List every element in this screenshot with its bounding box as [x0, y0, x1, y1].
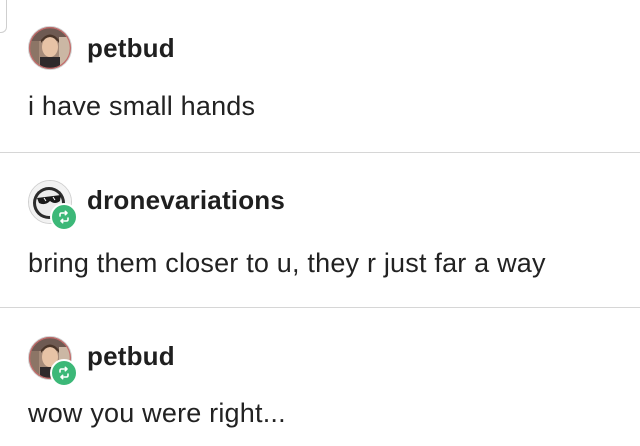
reblog-icon — [50, 359, 78, 387]
post-body-text: i have small hands — [28, 91, 256, 121]
avatar[interactable] — [28, 336, 78, 387]
reblog-icon — [50, 203, 78, 231]
post-dronevariations: dronevariations bring them closer to u, … — [0, 153, 640, 307]
post-body-text: bring them closer to u, they r just far … — [28, 248, 546, 278]
username[interactable]: petbud — [87, 33, 175, 64]
post-petbud-1: petbud i have small hands — [0, 0, 640, 152]
post-body-text: wow you were right... — [28, 398, 286, 428]
avatar[interactable] — [28, 180, 78, 231]
username[interactable]: petbud — [87, 341, 175, 372]
post-petbud-2: petbud wow you were right... — [0, 308, 640, 446]
petbud-avatar-icon — [28, 26, 72, 70]
avatar[interactable] — [28, 26, 72, 70]
username[interactable]: dronevariations — [87, 185, 285, 216]
